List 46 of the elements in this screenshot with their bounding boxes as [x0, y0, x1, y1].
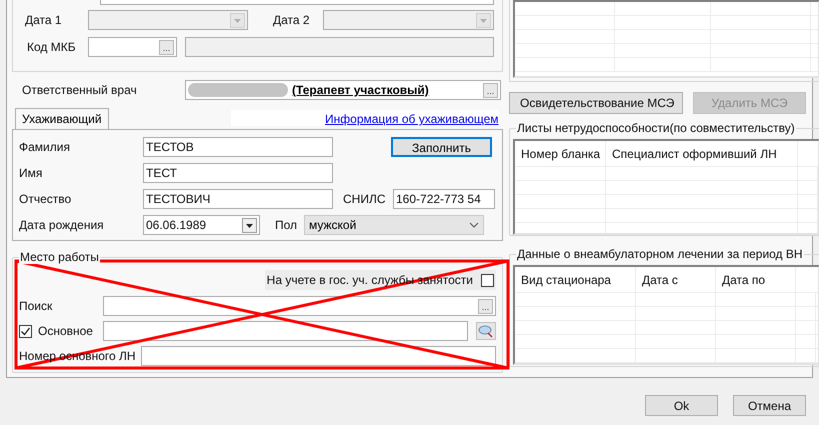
field-label: Дата 1	[25, 12, 63, 29]
column-header[interactable]: Номер бланка	[515, 141, 606, 166]
column-header[interactable]: Специалист оформивший ЛН	[606, 141, 798, 166]
field-label: На учете в гос. уч. службы занятости	[266, 272, 473, 289]
tab[interactable]: Ухаживающий	[15, 108, 109, 129]
text-field[interactable]: 06.06.1989	[143, 215, 260, 235]
dropdown[interactable]: мужской	[304, 215, 484, 235]
column-header[interactable]: Дата с	[636, 267, 716, 292]
field-label: Основное	[38, 323, 94, 340]
field-label: Дата рождения	[19, 217, 105, 234]
search-icon[interactable]	[476, 322, 496, 340]
text-field[interactable]: ТЕСТОВ	[143, 137, 333, 157]
doctor-specialty: (Терапевт участковый)	[292, 82, 430, 99]
text-field[interactable]	[103, 321, 468, 341]
field-label: Поиск	[19, 298, 54, 315]
text-field[interactable]: (Терапевт участковый) ...	[185, 80, 501, 100]
browse-button[interactable]: ...	[478, 298, 493, 314]
field-label: Дата 2	[273, 12, 311, 29]
field-label: Ответственный врач	[22, 82, 138, 99]
browse-button[interactable]: ...	[159, 40, 174, 54]
text-field[interactable]: 160-722-773 54	[393, 189, 495, 209]
field-label: Отчество	[19, 191, 72, 208]
field-label: Фамилия	[19, 139, 71, 156]
checkbox[interactable]	[19, 324, 32, 338]
field-label: Пол	[275, 217, 298, 234]
field-label: Код МКБ	[26, 39, 77, 56]
text-field[interactable]: ...	[88, 37, 177, 57]
field-label: СНИЛС	[343, 191, 386, 208]
column-header[interactable]: Вид стационара	[515, 267, 636, 292]
chevron-down-icon	[469, 222, 479, 228]
dialog-button[interactable]: Отмена	[733, 395, 806, 416]
checkbox[interactable]	[481, 274, 494, 286]
text-field[interactable]: ТЕСТОВИЧ	[143, 189, 333, 209]
text-field[interactable]: ТЕСТ	[143, 163, 333, 183]
browse-button[interactable]: ...	[483, 82, 498, 98]
dialog-button[interactable]: Ok	[645, 395, 718, 416]
group-title: Листы нетрудоспособности(по совместительству)	[516, 121, 796, 135]
fill-button[interactable]: Заполнить	[391, 137, 492, 157]
mse-button[interactable]: Освидетельствование МСЭ	[509, 92, 683, 114]
column-header[interactable]: Дата по	[716, 267, 796, 292]
text-field[interactable]	[185, 37, 494, 57]
group-title: Данные о внеамбулаторном лечении за период ВН	[516, 247, 804, 261]
text-field[interactable]: ...	[103, 296, 496, 316]
field-label: Имя	[19, 165, 44, 182]
text-field[interactable]	[141, 346, 496, 366]
group-title: Место работы	[19, 250, 100, 264]
